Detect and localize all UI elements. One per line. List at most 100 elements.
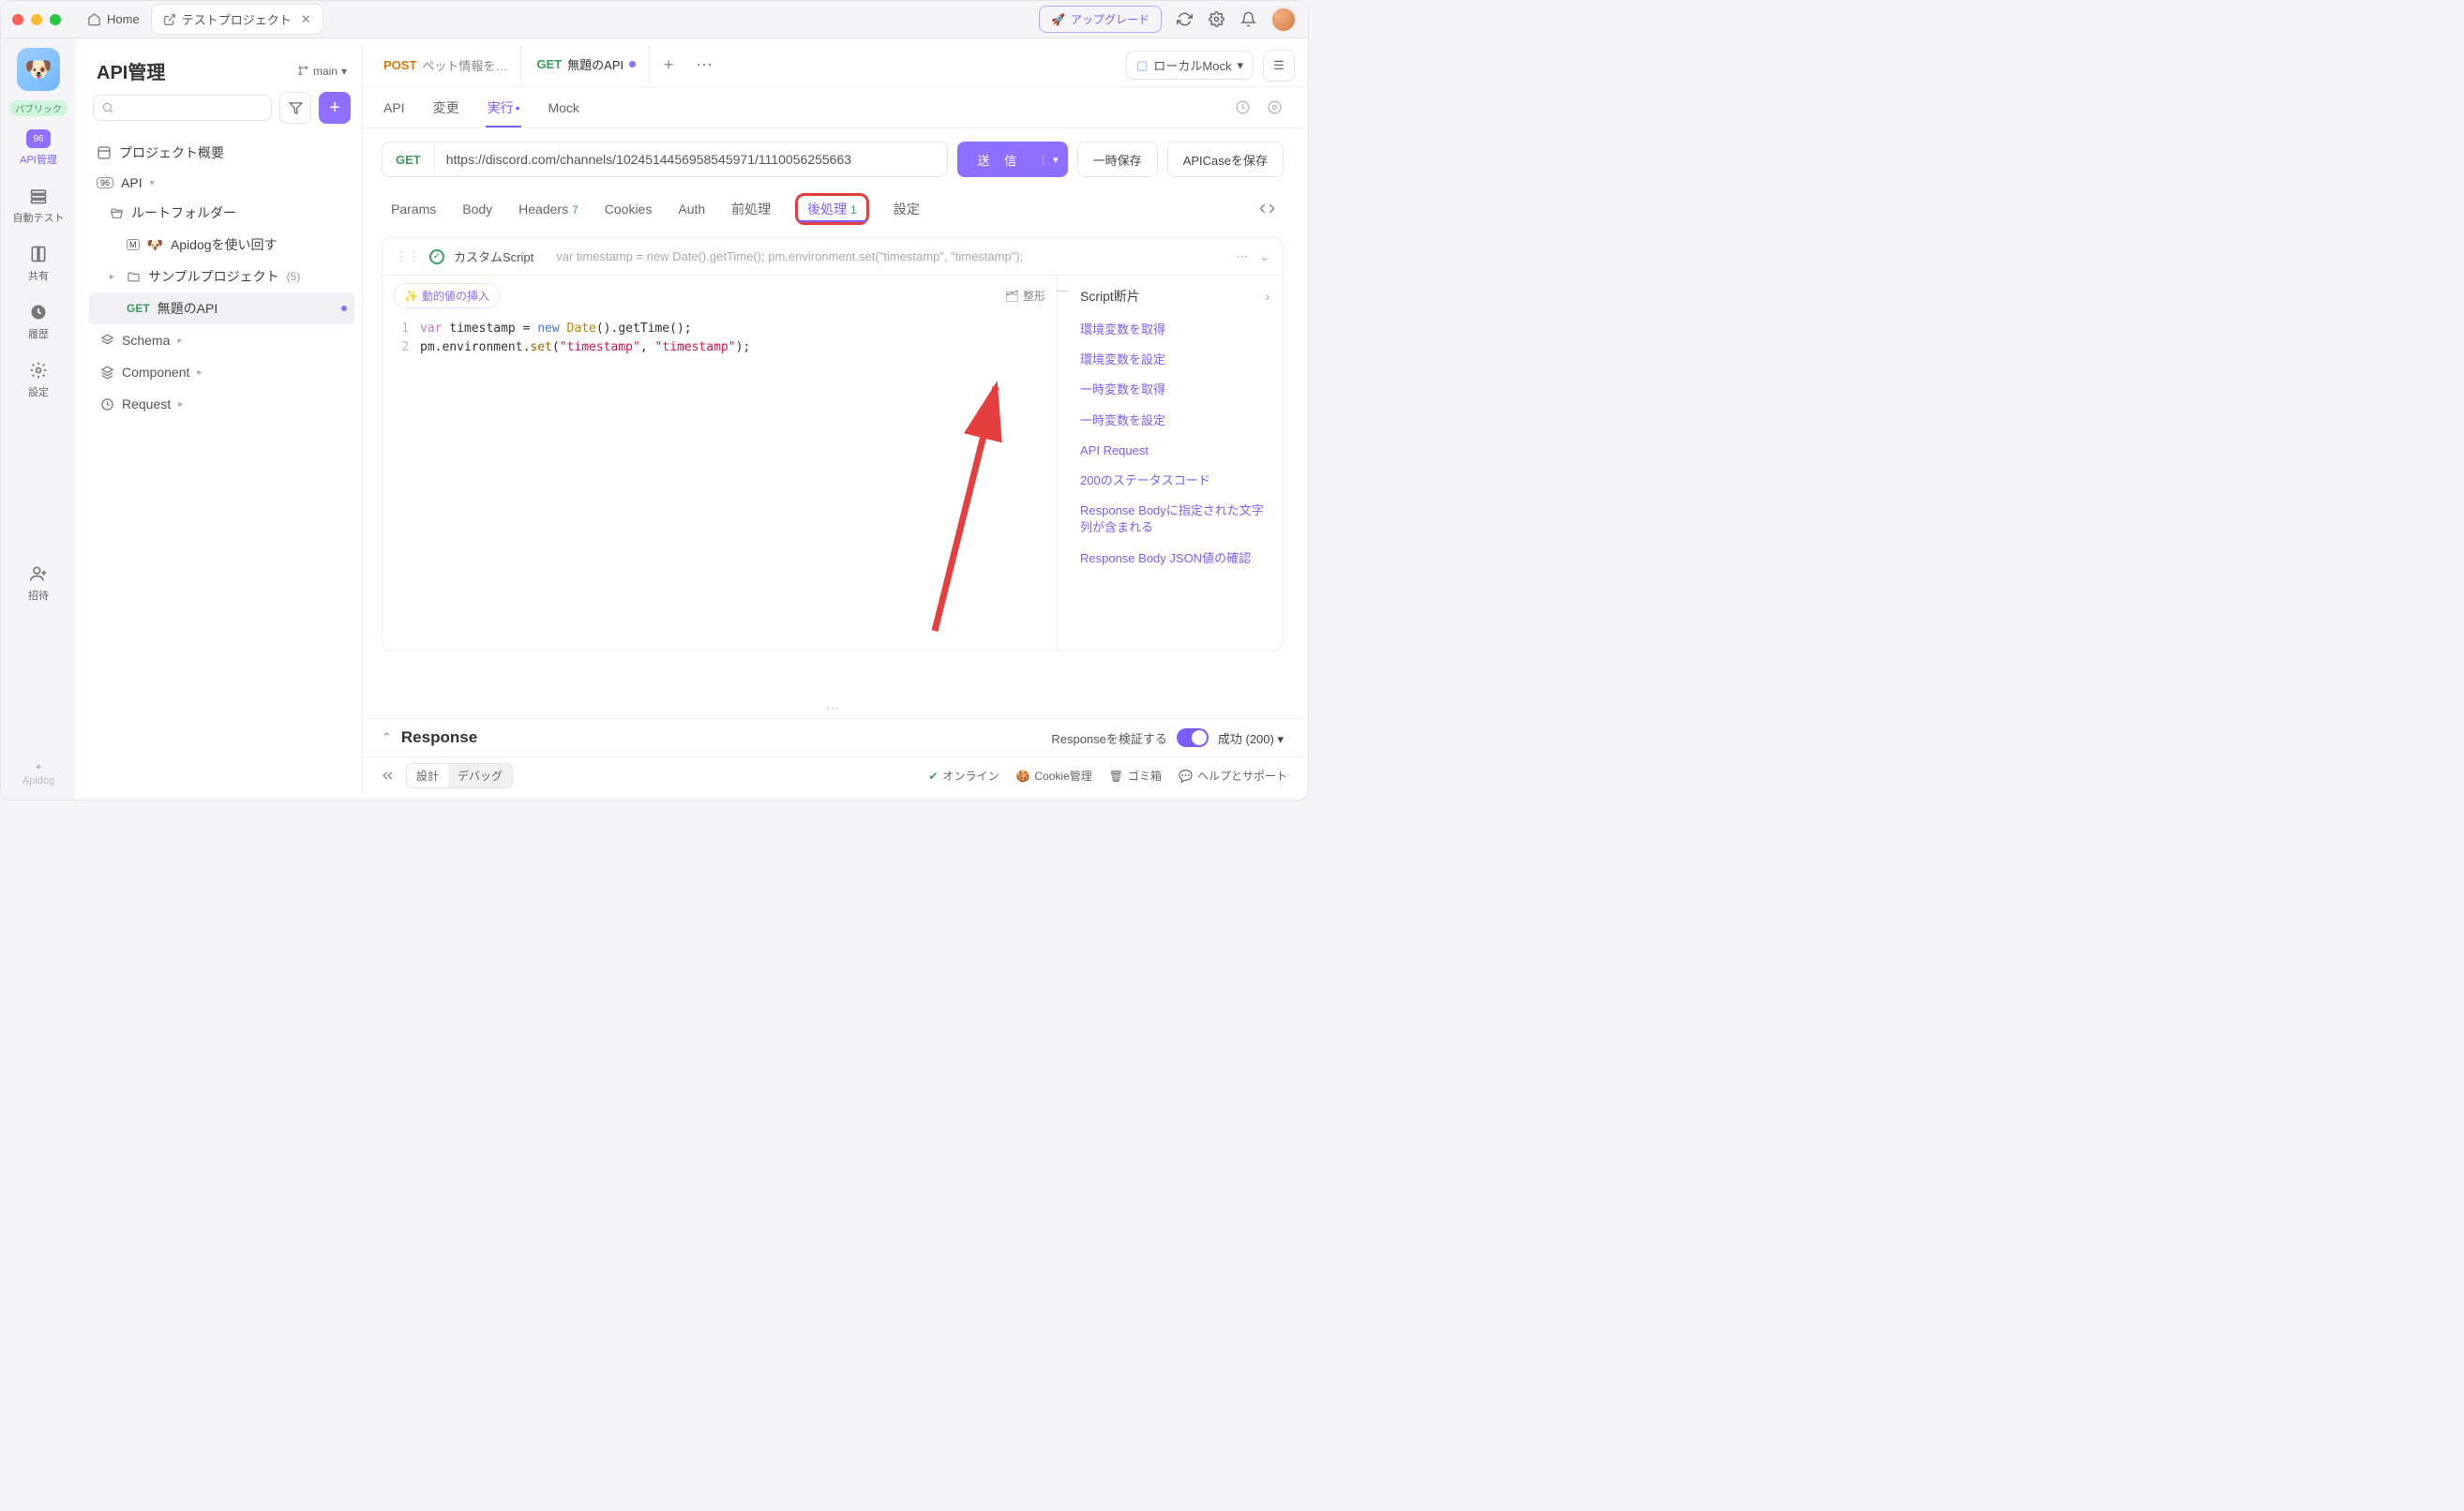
rail-history[interactable]: 履歴	[1, 296, 76, 347]
verify-toggle[interactable]	[1177, 728, 1209, 747]
url-input[interactable]: https://discord.com/channels/10245144569…	[435, 152, 947, 167]
reqtab-auth[interactable]: Auth	[676, 194, 707, 224]
snippet-item[interactable]: 環境変数を取得	[1080, 315, 1270, 345]
tree-request[interactable]: Request ▸	[89, 388, 354, 420]
settings-gear-icon[interactable]	[1207, 10, 1225, 29]
check-icon: ✔	[928, 770, 938, 783]
drag-handle-icon[interactable]: ⋮⋮	[396, 249, 420, 264]
settings-icon[interactable]	[1265, 98, 1284, 117]
reqtab-headers[interactable]: Headers7	[517, 194, 580, 224]
project-tab[interactable]: テストプロジェクト ✕	[151, 4, 323, 35]
snippet-item[interactable]: 200のステータスコード	[1080, 466, 1270, 496]
save-case-button[interactable]: APICaseを保存	[1167, 142, 1284, 177]
window-close[interactable]	[12, 14, 23, 25]
rail-settings[interactable]: 設定	[1, 354, 76, 405]
dog-emoji-icon: 🐶	[147, 237, 163, 253]
main-panel: POST ペット情報を… GET 無題のAPI + ⋯ ▢ ローカルMock ▾…	[363, 44, 1302, 794]
close-icon[interactable]: ✕	[301, 12, 311, 27]
insert-dynamic-button[interactable]: ✨ 動的値の挿入	[394, 283, 500, 308]
cookie-manage[interactable]: 🍪 Cookie管理	[1015, 768, 1091, 784]
mode-design[interactable]: 設計	[407, 764, 448, 787]
tree-root-folder[interactable]: ルートフォルダー	[89, 197, 354, 229]
filter-button[interactable]	[279, 92, 311, 124]
tree-schema[interactable]: Schema ▸	[89, 324, 354, 356]
help-support[interactable]: 💬 ヘルプとサポート	[1179, 768, 1287, 784]
snippet-item[interactable]: 環境変数を設定	[1080, 345, 1270, 375]
send-button[interactable]: 送 信 ▾	[957, 142, 1068, 177]
chevron-right-icon: ▸	[197, 367, 206, 378]
tree-component[interactable]: Component ▸	[89, 356, 354, 388]
mode-debug[interactable]: デバッグ	[448, 764, 512, 787]
branch-selector[interactable]: main ▾	[297, 65, 347, 78]
doc-tab-2[interactable]: GET 無題のAPI	[523, 44, 650, 86]
snippet-item[interactable]: Response Bodyに指定された文字列が含まれる	[1080, 496, 1270, 543]
home-tab[interactable]: Home	[76, 7, 151, 32]
user-avatar[interactable]	[1270, 7, 1297, 33]
history-icon[interactable]	[1233, 98, 1252, 117]
chevron-right-icon[interactable]: ›	[1265, 289, 1270, 304]
more-icon[interactable]: ⋯	[1236, 249, 1248, 264]
subtab-api[interactable]: API	[382, 91, 407, 125]
folder-open-icon	[110, 206, 124, 220]
window-maximize[interactable]	[50, 14, 61, 25]
collapse-icon[interactable]: ⌃	[382, 730, 392, 745]
add-button[interactable]: +	[319, 92, 351, 124]
bell-icon[interactable]	[1239, 10, 1257, 29]
rail-auto-test[interactable]: 自動テスト	[1, 180, 76, 231]
rail-invite[interactable]: 招待	[1, 558, 76, 608]
method-selector[interactable]: GET	[383, 142, 435, 176]
chevron-down-icon: ▾	[341, 65, 347, 78]
search-input[interactable]	[93, 95, 272, 121]
subtab-run[interactable]: 実行•	[486, 89, 522, 127]
rail-share[interactable]: 共有	[1, 238, 76, 289]
collapse-sidebar-icon[interactable]	[378, 767, 397, 785]
enabled-check-icon[interactable]: ✓	[429, 249, 444, 264]
reqtab-post[interactable]: 後処理1	[795, 193, 869, 225]
branch-icon	[297, 65, 309, 77]
tab-overflow-button[interactable]: ⋯	[687, 55, 721, 75]
upgrade-label: アップグレード	[1071, 11, 1149, 27]
chevron-down-icon[interactable]: ⌄	[1259, 249, 1270, 264]
upgrade-button[interactable]: 🚀 アップグレード	[1039, 6, 1162, 33]
pane-resize-handle[interactable]: —	[1058, 276, 1067, 650]
tree-api-root[interactable]: 96 API ▾	[89, 169, 354, 197]
reqtab-settings[interactable]: 設定	[892, 192, 922, 226]
subtab-change[interactable]: 変更	[431, 89, 461, 127]
reqtab-body[interactable]: Body	[460, 194, 494, 224]
format-button[interactable]: 🗂 整形	[1005, 288, 1045, 304]
tree-overview[interactable]: プロジェクト概要	[89, 137, 354, 169]
rail-api-management[interactable]: 96 API管理	[1, 124, 76, 172]
code-icon[interactable]	[1257, 199, 1276, 217]
trash[interactable]: 🗑 ゴミ箱	[1109, 768, 1162, 784]
panel-drag-handle[interactable]: ⋯	[363, 700, 1302, 718]
doc-tab-1[interactable]: POST ペット情報を…	[370, 44, 521, 86]
code-editor[interactable]: ✨ 動的値の挿入 🗂 整形 1var timestamp = new Date(…	[383, 276, 1058, 650]
window-minimize[interactable]	[31, 14, 42, 25]
brand-footer: ✦ Apidog	[23, 761, 54, 786]
snippet-item[interactable]: 一時変数を取得	[1080, 375, 1270, 405]
panel-menu-button[interactable]: ☰	[1263, 50, 1295, 82]
reqtab-cookies[interactable]: Cookies	[603, 194, 654, 224]
status-selector[interactable]: 成功 (200) ▾	[1218, 729, 1284, 747]
save-temp-button[interactable]: 一時保存	[1077, 142, 1158, 177]
tree-sample-doc[interactable]: M 🐶 Apidogを使い回す	[89, 229, 354, 261]
tree-selected-api[interactable]: GET 無題のAPI	[89, 292, 354, 324]
refresh-icon[interactable]	[1175, 10, 1194, 29]
snippet-item[interactable]: API Request	[1080, 436, 1270, 466]
chevron-down-icon[interactable]: ▾	[1043, 154, 1068, 166]
person-plus-icon	[28, 563, 49, 584]
new-tab-button[interactable]: +	[652, 55, 685, 75]
schema-icon	[100, 334, 114, 348]
status-online[interactable]: ✔ オンライン	[928, 768, 999, 784]
tree-sample-project[interactable]: ▸ サンプルプロジェクト (5)	[89, 261, 354, 292]
subtab-mock[interactable]: Mock	[546, 91, 580, 125]
snippet-item[interactable]: 一時変数を設定	[1080, 406, 1270, 436]
environment-selector[interactable]: ▢ ローカルMock ▾	[1126, 51, 1254, 80]
snippet-item[interactable]: Response Body JSON値の確認	[1080, 544, 1270, 574]
workspace-avatar[interactable]: 🐶	[17, 48, 60, 91]
brand-icon: ✦	[34, 761, 42, 773]
mode-segment[interactable]: 設計 デバッグ	[406, 763, 513, 788]
view-subtabs: API 変更 実行• Mock	[363, 87, 1302, 128]
reqtab-pre[interactable]: 前処理	[729, 192, 773, 226]
reqtab-params[interactable]: Params	[389, 194, 438, 224]
